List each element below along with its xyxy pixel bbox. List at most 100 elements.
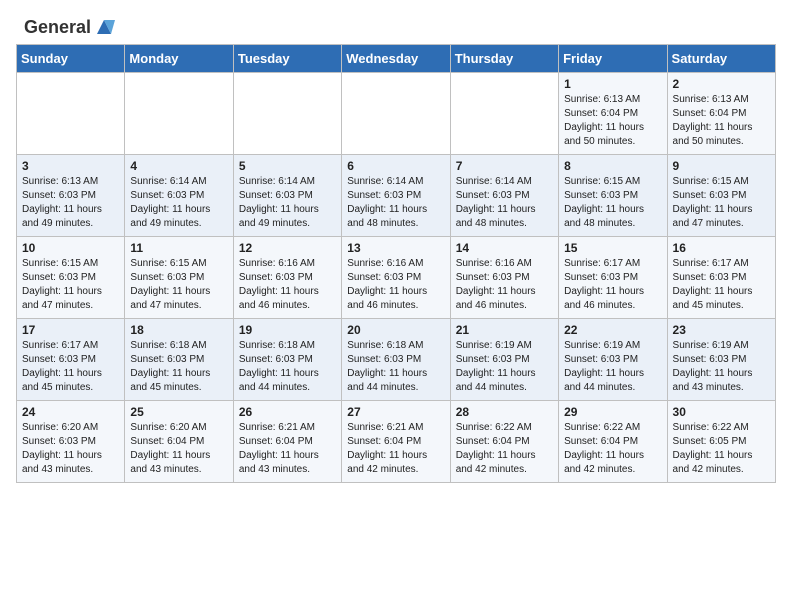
weekday-friday: Friday <box>559 45 667 73</box>
day-cell: 12Sunrise: 6:16 AM Sunset: 6:03 PM Dayli… <box>233 237 341 319</box>
day-info: Sunrise: 6:19 AM Sunset: 6:03 PM Dayligh… <box>456 339 553 395</box>
day-number: 16 <box>673 241 770 255</box>
day-number: 30 <box>673 405 770 419</box>
day-number: 14 <box>456 241 553 255</box>
day-number: 6 <box>347 159 444 173</box>
day-number: 11 <box>130 241 227 255</box>
day-info: Sunrise: 6:19 AM Sunset: 6:03 PM Dayligh… <box>564 339 661 395</box>
day-number: 15 <box>564 241 661 255</box>
day-cell: 19 Sunrise: 6:18 AM Sunset: 6:03 PM Dayli… <box>233 319 341 401</box>
day-number: 24 <box>22 405 119 419</box>
day-number: 20 <box>347 323 444 337</box>
day-cell <box>342 73 450 155</box>
week-row-1: 3 Sunrise: 6:13 AM Sunset: 6:03 PM Daylig… <box>17 155 776 237</box>
day-info: Sunrise: 6:18 AM Sunset: 6:03 PM Dayligh… <box>130 339 227 395</box>
day-cell: 3 Sunrise: 6:13 AM Sunset: 6:03 PM Daylig… <box>17 155 125 237</box>
day-cell: 9Sunrise: 6:15 AM Sunset: 6:03 PM Daylig… <box>667 155 775 237</box>
weekday-wednesday: Wednesday <box>342 45 450 73</box>
day-number: 25 <box>130 405 227 419</box>
day-number: 22 <box>564 323 661 337</box>
page-header: General <box>0 0 792 44</box>
day-cell: 23Sunrise: 6:19 AM Sunset: 6:03 PM Dayli… <box>667 319 775 401</box>
logo-icon <box>93 16 115 38</box>
day-cell: 30Sunrise: 6:22 AM Sunset: 6:05 PM Dayli… <box>667 401 775 483</box>
weekday-tuesday: Tuesday <box>233 45 341 73</box>
day-cell: 25 Sunrise: 6:20 AM Sunset: 6:04 PM Dayli… <box>125 401 233 483</box>
day-number: 10 <box>22 241 119 255</box>
day-cell: 5 Sunrise: 6:14 AM Sunset: 6:03 PM Daylig… <box>233 155 341 237</box>
day-number: 18 <box>130 323 227 337</box>
day-info: Sunrise: 6:13 AM Sunset: 6:04 PM Dayligh… <box>673 93 770 149</box>
day-info: Sunrise: 6:13 AM Sunset: 6:04 PM Dayligh… <box>564 93 661 149</box>
day-cell: 20 Sunrise: 6:18 AM Sunset: 6:03 PM Dayli… <box>342 319 450 401</box>
day-info: Sunrise: 6:22 AM Sunset: 6:04 PM Dayligh… <box>564 421 661 477</box>
day-info: Sunrise: 6:16 AM Sunset: 6:03 PM Dayligh… <box>239 257 336 313</box>
day-info: Sunrise: 6:18 AM Sunset: 6:03 PM Dayligh… <box>239 339 336 395</box>
day-number: 1 <box>564 77 661 91</box>
day-cell: 2 Sunrise: 6:13 AM Sunset: 6:04 PM Daylig… <box>667 73 775 155</box>
day-info: Sunrise: 6:14 AM Sunset: 6:03 PM Dayligh… <box>456 175 553 231</box>
logo-text: General <box>24 18 91 38</box>
weekday-saturday: Saturday <box>667 45 775 73</box>
day-info: Sunrise: 6:14 AM Sunset: 6:03 PM Dayligh… <box>130 175 227 231</box>
day-cell: 18 Sunrise: 6:18 AM Sunset: 6:03 PM Dayli… <box>125 319 233 401</box>
day-number: 27 <box>347 405 444 419</box>
day-cell: 21 Sunrise: 6:19 AM Sunset: 6:03 PM Dayli… <box>450 319 558 401</box>
day-info: Sunrise: 6:17 AM Sunset: 6:03 PM Dayligh… <box>22 339 119 395</box>
day-number: 7 <box>456 159 553 173</box>
day-info: Sunrise: 6:20 AM Sunset: 6:04 PM Dayligh… <box>130 421 227 477</box>
week-row-0: 1 Sunrise: 6:13 AM Sunset: 6:04 PM Daylig… <box>17 73 776 155</box>
day-number: 17 <box>22 323 119 337</box>
day-number: 28 <box>456 405 553 419</box>
day-cell <box>450 73 558 155</box>
day-cell: 17 Sunrise: 6:17 AM Sunset: 6:03 PM Dayli… <box>17 319 125 401</box>
weekday-sunday: Sunday <box>17 45 125 73</box>
day-info: Sunrise: 6:21 AM Sunset: 6:04 PM Dayligh… <box>239 421 336 477</box>
day-cell: 22 Sunrise: 6:19 AM Sunset: 6:03 PM Dayli… <box>559 319 667 401</box>
day-cell: 11 Sunrise: 6:15 AM Sunset: 6:03 PM Dayli… <box>125 237 233 319</box>
day-cell: 8Sunrise: 6:15 AM Sunset: 6:03 PM Daylig… <box>559 155 667 237</box>
calendar-table: SundayMondayTuesdayWednesdayThursdayFrid… <box>16 44 776 483</box>
day-info: Sunrise: 6:18 AM Sunset: 6:03 PM Dayligh… <box>347 339 444 395</box>
day-info: Sunrise: 6:14 AM Sunset: 6:03 PM Dayligh… <box>239 175 336 231</box>
week-row-3: 17 Sunrise: 6:17 AM Sunset: 6:03 PM Dayli… <box>17 319 776 401</box>
day-number: 13 <box>347 241 444 255</box>
day-cell: 1 Sunrise: 6:13 AM Sunset: 6:04 PM Daylig… <box>559 73 667 155</box>
day-info: Sunrise: 6:16 AM Sunset: 6:03 PM Dayligh… <box>347 257 444 313</box>
day-info: Sunrise: 6:15 AM Sunset: 6:03 PM Dayligh… <box>130 257 227 313</box>
day-info: Sunrise: 6:21 AM Sunset: 6:04 PM Dayligh… <box>347 421 444 477</box>
day-cell: 4 Sunrise: 6:14 AM Sunset: 6:03 PM Daylig… <box>125 155 233 237</box>
day-cell: 7 Sunrise: 6:14 AM Sunset: 6:03 PM Daylig… <box>450 155 558 237</box>
day-cell: 13 Sunrise: 6:16 AM Sunset: 6:03 PM Dayli… <box>342 237 450 319</box>
day-number: 21 <box>456 323 553 337</box>
day-cell: 14Sunrise: 6:16 AM Sunset: 6:03 PM Dayli… <box>450 237 558 319</box>
weekday-monday: Monday <box>125 45 233 73</box>
day-number: 5 <box>239 159 336 173</box>
day-number: 4 <box>130 159 227 173</box>
day-cell <box>125 73 233 155</box>
day-info: Sunrise: 6:13 AM Sunset: 6:03 PM Dayligh… <box>22 175 119 231</box>
day-info: Sunrise: 6:17 AM Sunset: 6:03 PM Dayligh… <box>673 257 770 313</box>
day-info: Sunrise: 6:17 AM Sunset: 6:03 PM Dayligh… <box>564 257 661 313</box>
day-cell: 28Sunrise: 6:22 AM Sunset: 6:04 PM Dayli… <box>450 401 558 483</box>
day-cell: 6Sunrise: 6:14 AM Sunset: 6:03 PM Daylig… <box>342 155 450 237</box>
day-cell: 10 Sunrise: 6:15 AM Sunset: 6:03 PM Dayli… <box>17 237 125 319</box>
weekday-header: SundayMondayTuesdayWednesdayThursdayFrid… <box>17 45 776 73</box>
weekday-thursday: Thursday <box>450 45 558 73</box>
day-number: 2 <box>673 77 770 91</box>
day-cell: 16 Sunrise: 6:17 AM Sunset: 6:03 PM Dayli… <box>667 237 775 319</box>
day-number: 19 <box>239 323 336 337</box>
day-number: 8 <box>564 159 661 173</box>
logo: General <box>24 18 115 36</box>
day-info: Sunrise: 6:15 AM Sunset: 6:03 PM Dayligh… <box>22 257 119 313</box>
day-number: 3 <box>22 159 119 173</box>
week-row-4: 24 Sunrise: 6:20 AM Sunset: 6:03 PM Dayli… <box>17 401 776 483</box>
day-cell: 26 Sunrise: 6:21 AM Sunset: 6:04 PM Dayli… <box>233 401 341 483</box>
day-number: 23 <box>673 323 770 337</box>
day-info: Sunrise: 6:20 AM Sunset: 6:03 PM Dayligh… <box>22 421 119 477</box>
week-row-2: 10 Sunrise: 6:15 AM Sunset: 6:03 PM Dayli… <box>17 237 776 319</box>
calendar-body: 1 Sunrise: 6:13 AM Sunset: 6:04 PM Daylig… <box>17 73 776 483</box>
day-info: Sunrise: 6:15 AM Sunset: 6:03 PM Dayligh… <box>673 175 770 231</box>
day-cell: 29Sunrise: 6:22 AM Sunset: 6:04 PM Dayli… <box>559 401 667 483</box>
day-number: 26 <box>239 405 336 419</box>
